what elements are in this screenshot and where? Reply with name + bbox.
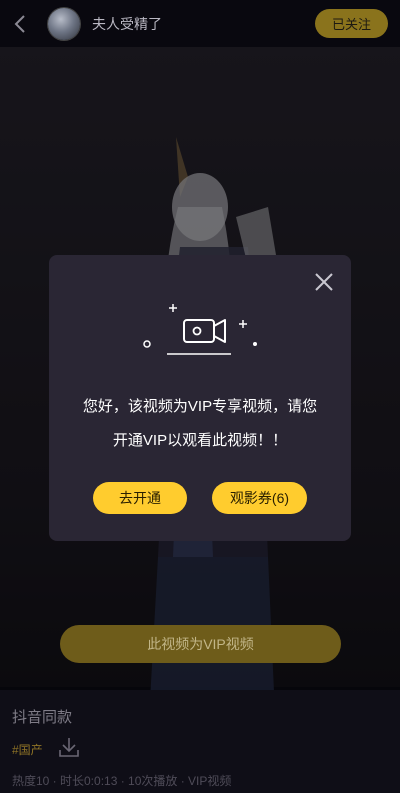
vip-message-line2: 开通VIP以观看此视频！！ [112, 432, 288, 449]
vip-dialog: 您好，该视频为VIP专享视频，请您 开通VIP以观看此视频！！ 去开通 观影券(… [49, 255, 351, 541]
follow-button[interactable]: 已关注 [315, 9, 388, 38]
back-button[interactable] [0, 0, 40, 47]
vip-message: 您好，该视频为VIP专享视频，请您 开通VIP以观看此视频！！ [49, 390, 351, 458]
back-arrow-icon [14, 14, 25, 33]
video-camera-icon [143, 304, 257, 355]
close-icon[interactable] [311, 269, 337, 295]
video-meta: 热度10 · 时长0:0:13 · 10次播放 · VIP视频 [12, 774, 232, 788]
top-bar: 夫人受精了 已关注 [0, 0, 400, 47]
vip-message-line1: 您好，该视频为VIP专享视频，请您 [82, 398, 318, 415]
video-info: 抖音同款 #国产 热度10 · 时长0:0:13 · 10次播放 · VIP视频 [0, 690, 400, 793]
avatar[interactable] [48, 7, 80, 40]
video-title: 抖音同款 [12, 709, 73, 726]
download-icon[interactable] [58, 736, 80, 758]
username[interactable]: 夫人受精了 [92, 14, 162, 34]
movie-ticket-button[interactable]: 观影券(6) [212, 482, 307, 514]
screen: 夫人受精了 已关注 您好，该视频为VIP专享视频，请您 开通VIP以观看此视频！… [0, 0, 400, 793]
open-vip-button[interactable]: 去开通 [93, 482, 187, 514]
tag-link[interactable]: #国产 [12, 741, 43, 758]
vip-video-banner[interactable]: 此视频为VIP视频 [60, 625, 341, 663]
